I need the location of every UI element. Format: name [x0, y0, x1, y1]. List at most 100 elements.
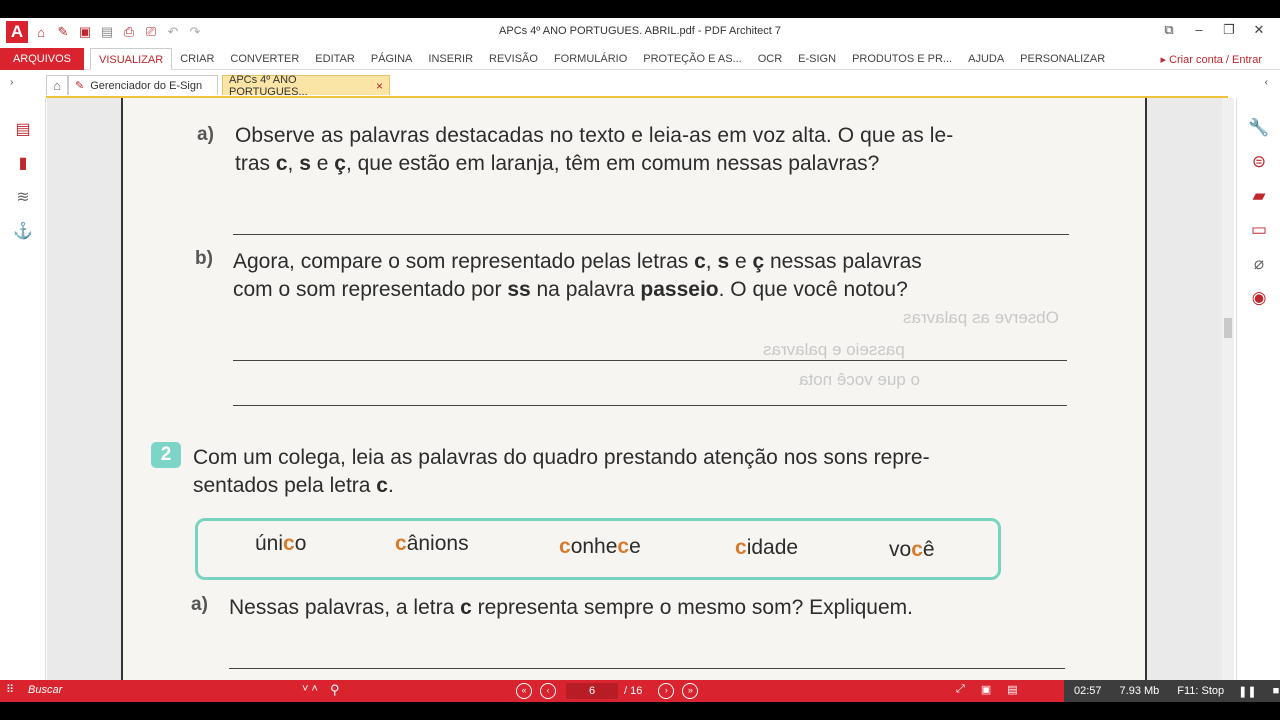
first-page-icon[interactable]: «	[516, 683, 532, 699]
expand-left-panel-icon[interactable]: ›	[10, 77, 13, 88]
pdf-page: Observe as palavras passeio e palavras o…	[123, 98, 1145, 680]
last-page-icon[interactable]: »	[682, 683, 699, 699]
anchor-icon[interactable]: ⚓	[12, 220, 34, 242]
highlight-letter: c	[617, 535, 630, 558]
scrollbar-thumb[interactable]	[1224, 318, 1232, 338]
menu-esign[interactable]: E-SIGN	[790, 48, 844, 70]
text: .	[387, 474, 394, 497]
word-item: cânions	[395, 532, 469, 556]
attachment-icon[interactable]: ⌀	[1247, 252, 1271, 276]
highlight-letter: c	[911, 538, 923, 561]
menu-pagina[interactable]: PÁGINA	[363, 48, 421, 70]
maximize-icon[interactable]: ❐	[1214, 22, 1244, 38]
menu-ajuda[interactable]: AJUDA	[960, 48, 1012, 70]
text: sentados pela letra	[193, 474, 377, 497]
document-viewer[interactable]: Observe as palavras passeio e palavras o…	[47, 98, 1234, 680]
recorder-overlay: 02:57 7.93 Mb F11: Stop ❚❚ ■	[1064, 680, 1280, 702]
question-label: b)	[195, 248, 213, 269]
tab-label: APCs 4º ANO PORTUGUES...	[229, 73, 308, 98]
page-layout-icon[interactable]: ▤	[1007, 683, 1017, 696]
search-nav-icon[interactable]: ˅ ˄	[302, 683, 318, 695]
menu-formulario[interactable]: FORMULÁRIO	[546, 48, 635, 70]
text: ,	[287, 152, 300, 175]
left-sidebar: ▤ ▮ ≋ ⚓	[0, 98, 46, 680]
answer-line	[229, 668, 1065, 669]
account-link[interactable]: ▸ Criar conta / Entrar	[1161, 53, 1263, 66]
question-2a-line: Nessas palavras, a letra c representa se…	[229, 594, 913, 621]
text: nessas palavras	[764, 250, 922, 273]
bleed-through-text: o que você nota	[799, 370, 920, 389]
menu-bar: ARQUIVOS VISUALIZAR CRIAR CONVERTER EDIT…	[0, 46, 1280, 70]
text: ,	[705, 250, 718, 273]
esign-icon: ✎	[75, 80, 85, 92]
collapse-right-panel-icon[interactable]: ‹	[1265, 77, 1268, 88]
pause-icon[interactable]: ❚❚	[1238, 685, 1256, 698]
menu-converter[interactable]: CONVERTER	[222, 48, 307, 70]
answer-line	[233, 234, 1069, 235]
status-bar: ⠿ Buscar ˅ ˄ ⚲ « ‹ 6 / 16 › » ⤢ ▣ ▤ 02:5…	[0, 680, 1280, 702]
menu-visualizar[interactable]: VISUALIZAR	[90, 48, 173, 70]
menu-protecao[interactable]: PROTEÇÃO E AS...	[635, 48, 749, 70]
menu-revisao[interactable]: REVISÃO	[481, 48, 546, 70]
previous-page-icon[interactable]: ‹	[540, 683, 556, 699]
stop-icon[interactable]: ■	[1273, 685, 1280, 697]
question-b-line1: Agora, compare o som representado pelas …	[233, 248, 922, 275]
text: e	[729, 250, 753, 273]
thumbnails-icon[interactable]: ▤	[12, 118, 34, 140]
tools-icon[interactable]: 🔧	[1247, 116, 1271, 140]
word-item: conhece	[559, 535, 641, 559]
document-tabs: › ⌂ ✎ Gerenciador do E-Sign APCs 4º ANO …	[0, 71, 1280, 98]
text: onhe	[570, 535, 618, 558]
fit-page-icon[interactable]: ⤢	[956, 683, 965, 696]
folder-icon[interactable]: ▰	[1247, 184, 1271, 208]
highlight-letter: ç	[752, 250, 765, 273]
actual-size-icon[interactable]: ▣	[981, 683, 991, 696]
search-icon[interactable]: ⚲	[330, 682, 340, 698]
menu-criar[interactable]: CRIAR	[172, 48, 222, 70]
bookmarks-icon[interactable]: ▮	[12, 152, 34, 174]
highlight-letter: c	[395, 532, 407, 555]
menu-inserir[interactable]: INSERIR	[420, 48, 481, 70]
question-label: a)	[191, 594, 208, 615]
next-page-icon[interactable]: ›	[658, 683, 675, 699]
comment-icon[interactable]: ▭	[1247, 218, 1271, 242]
text: , que estão em laranja, têm em comum nes…	[345, 152, 880, 175]
text: idade	[746, 536, 799, 559]
current-page-input[interactable]: 6	[566, 683, 618, 699]
home-icon: ⌂	[53, 78, 61, 93]
search-field[interactable]: Buscar	[28, 684, 62, 696]
app-window: A ⌂ ✎ ▣ ▤ ⎙ ⎚ ↶ ↷ APCs 4º ANO PORTUGUES.…	[0, 18, 1280, 702]
menu-arquivos[interactable]: ARQUIVOS	[0, 48, 84, 70]
view-controls: ⤢ ▣ ▤	[956, 683, 1034, 696]
close-icon[interactable]: ✕	[1244, 22, 1274, 38]
window-controls: ⧉ – ❐ ✕	[1154, 22, 1274, 38]
certificate-icon[interactable]: ◉	[1247, 286, 1271, 310]
binoculars-icon[interactable]: ⊜	[1247, 150, 1271, 174]
question-2-line1: Com um colega, leia as palavras do quadr…	[193, 446, 930, 469]
highlight-letter: c	[559, 535, 571, 558]
close-tab-icon[interactable]: ×	[376, 79, 383, 93]
menu-produtos[interactable]: PRODUTOS E PR...	[844, 48, 960, 70]
restore-icon[interactable]: ⧉	[1154, 22, 1184, 38]
record-size: 7.93 Mb	[1119, 685, 1160, 697]
menu-personalizar[interactable]: PERSONALIZAR	[1012, 48, 1113, 70]
title-bar: A ⌂ ✎ ▣ ▤ ⎙ ⎚ ↶ ↷ APCs 4º ANO PORTUGUES.…	[0, 18, 1280, 46]
menu-items: VISUALIZAR CRIAR CONVERTER EDITAR PÁGINA…	[90, 48, 1113, 70]
text: representa sempre o mesmo som? Expliquem…	[471, 596, 913, 619]
tab-document[interactable]: APCs 4º ANO PORTUGUES... ×	[222, 73, 390, 98]
vertical-scrollbar[interactable]	[1222, 98, 1234, 680]
menu-editar[interactable]: EDITAR	[307, 48, 363, 70]
text: na palavra	[530, 278, 641, 301]
layers-icon[interactable]: ≋	[12, 186, 34, 208]
text: o	[294, 532, 307, 555]
account-label: Criar conta / Entrar	[1169, 54, 1262, 66]
minimize-icon[interactable]: –	[1184, 22, 1214, 38]
highlight-letter: ç	[334, 152, 346, 175]
text: Agora, compare o som representado pelas …	[233, 250, 695, 273]
tab-home[interactable]: ⌂	[46, 75, 68, 95]
tab-esign-manager[interactable]: ✎ Gerenciador do E-Sign	[68, 75, 218, 95]
right-sidebar: 🔧 ⊜ ▰ ▭ ⌀ ◉	[1236, 98, 1280, 680]
highlight-letter: c	[735, 536, 747, 559]
menu-ocr[interactable]: OCR	[750, 48, 790, 70]
highlight-word: passeio	[640, 278, 719, 301]
